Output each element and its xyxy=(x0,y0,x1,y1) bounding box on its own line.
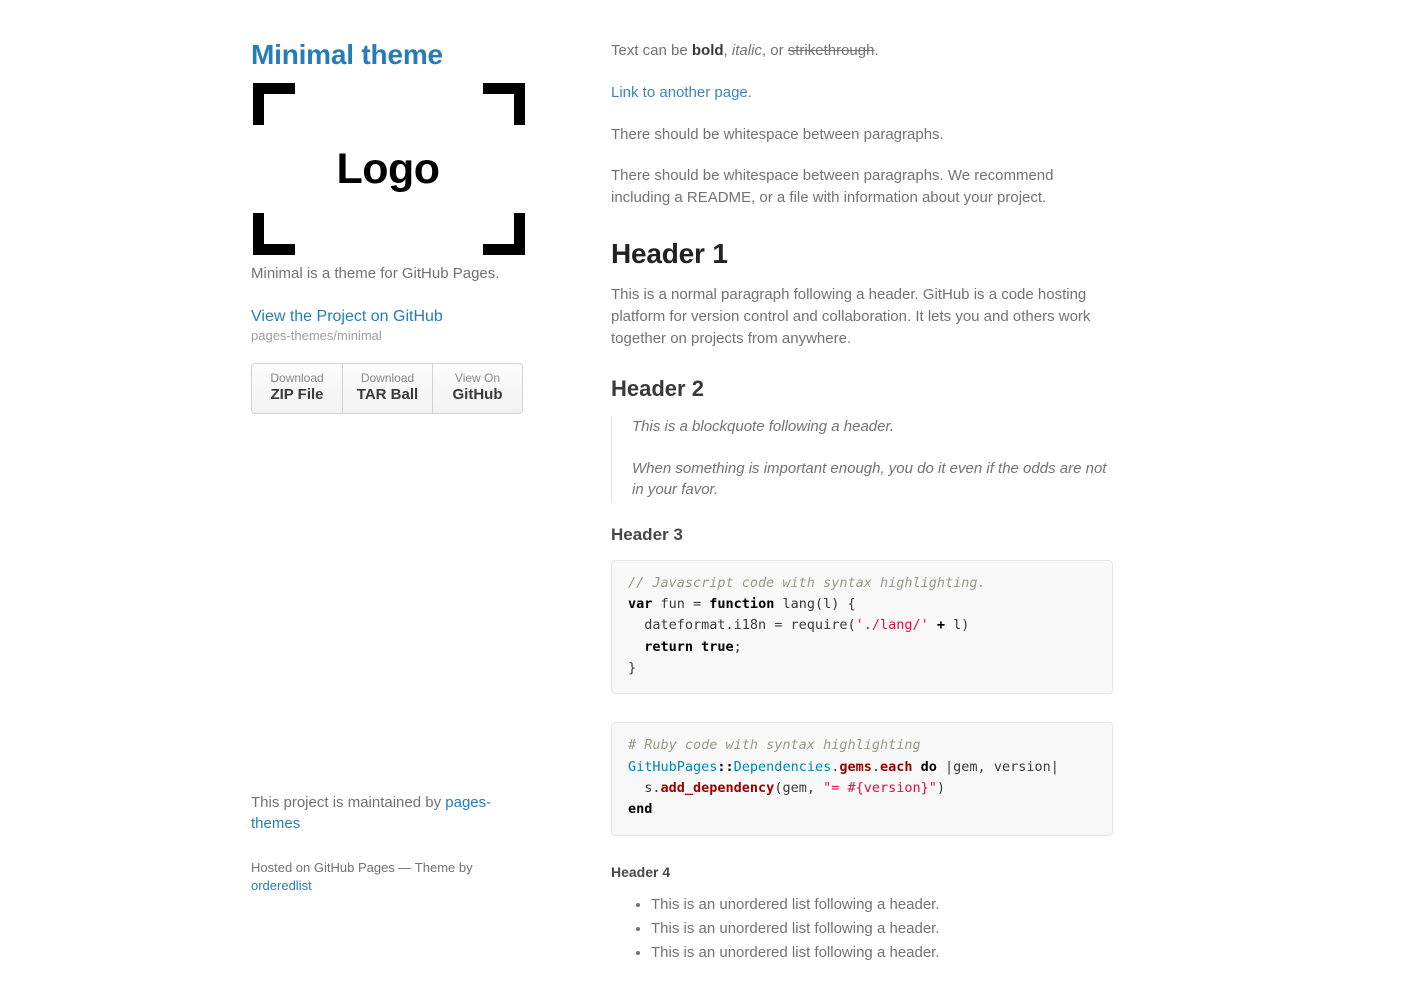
logo-text: Logo xyxy=(251,83,525,255)
js-keyword-var: var xyxy=(628,596,652,612)
intro-mid1: , xyxy=(724,42,732,59)
sidebar-footer: This project is maintained by pages-them… xyxy=(251,792,501,895)
download-tar-top-label: Download xyxy=(343,371,432,386)
ruby-const-dependencies: Dependencies xyxy=(734,759,832,775)
js-line2-text1: fun = xyxy=(652,596,709,612)
paragraph-after-header1: This is a normal paragraph following a h… xyxy=(611,284,1113,349)
ruby-scope-operator: :: xyxy=(717,759,733,775)
heading-level-1: Header 1 xyxy=(611,237,1113,271)
js-closing-brace: } xyxy=(628,660,636,676)
view-github-top-label: View On xyxy=(433,371,522,386)
intro-mid2: , or xyxy=(762,42,788,59)
download-tar-link[interactable]: Download TAR Ball xyxy=(343,371,432,405)
ruby-method-each: each xyxy=(880,759,913,775)
ruby-method-add-dependency: add_dependency xyxy=(661,780,775,796)
main-content: Text can be bold, italic, or strikethrou… xyxy=(611,40,1113,982)
intro-paragraph: Text can be bold, italic, or strikethrou… xyxy=(611,40,1113,62)
ruby-line3-text2: (gem, xyxy=(774,780,823,796)
maintained-by-text: This project is maintained by pages-them… xyxy=(251,792,501,835)
maintained-by-prefix: This project is maintained by xyxy=(251,794,445,811)
logo-frame: Logo xyxy=(251,83,525,255)
ruby-string-version: "= #{version}" xyxy=(823,780,937,796)
js-keyword-return-true: return true xyxy=(628,639,734,655)
js-keyword-function: function xyxy=(709,596,774,612)
hosted-by-prefix: Hosted on GitHub Pages — Theme by xyxy=(251,860,473,875)
hosted-by-text: Hosted on GitHub Pages — Theme by ordere… xyxy=(251,859,501,895)
view-project-link[interactable]: View the Project on GitHub xyxy=(251,308,443,325)
view-on-github-button[interactable]: View On GitHub xyxy=(432,364,522,413)
intro-prefix: Text can be xyxy=(611,42,692,59)
ruby-comment: # Ruby code with syntax highlighting xyxy=(628,737,921,753)
js-line3-text2: l) xyxy=(953,617,969,633)
ruby-line3-text3: ) xyxy=(937,780,945,796)
blockquote: This is a blockquote following a header.… xyxy=(611,416,1113,501)
download-tar-button[interactable]: Download TAR Ball xyxy=(342,364,432,413)
link-paragraph: Link to another page. xyxy=(611,82,1113,104)
site-tagline: Minimal is a theme for GitHub Pages. xyxy=(251,263,525,284)
ruby-const-githubpages: GitHubPages xyxy=(628,759,717,775)
unordered-list: This is an unordered list following a he… xyxy=(611,894,1113,963)
site-title-link[interactable]: Minimal theme xyxy=(251,39,443,70)
intro-italic: italic xyxy=(732,42,762,59)
heading-level-3: Header 3 xyxy=(611,525,1113,545)
js-line3-operator: + xyxy=(929,617,953,633)
view-project-paragraph: View the Project on GitHub xyxy=(251,306,525,329)
download-zip-link[interactable]: Download ZIP File xyxy=(252,371,342,405)
js-comment: // Javascript code with syntax highlight… xyxy=(628,575,986,591)
ruby-dot-2: . xyxy=(872,759,880,775)
another-page-link[interactable]: Link to another page. xyxy=(611,84,752,101)
intro-strikethrough: strikethrough xyxy=(788,42,875,59)
download-zip-top-label: Download xyxy=(252,371,342,386)
list-item: This is an unordered list following a he… xyxy=(651,918,1113,940)
sidebar-header: Minimal theme Logo Minimal is a theme fo… xyxy=(251,40,525,414)
download-zip-button[interactable]: Download ZIP File xyxy=(252,364,342,413)
intro-bold: bold xyxy=(692,42,724,59)
blockquote-paragraph-1: This is a blockquote following a header. xyxy=(632,416,1113,438)
view-github-bottom-label: GitHub xyxy=(433,386,522,405)
js-line2-text2: lang(l) { xyxy=(774,596,855,612)
ruby-block-params: |gem, version| xyxy=(945,759,1059,775)
whitespace-paragraph-1: There should be whitespace between parag… xyxy=(611,124,1113,146)
repository-name: pages-themes/minimal xyxy=(251,328,525,345)
js-line3-text1: dateformat.i18n = require( xyxy=(628,617,856,633)
ruby-method-gems: gems xyxy=(839,759,872,775)
page-title: Minimal theme xyxy=(251,40,525,71)
ruby-code-block[interactable]: # Ruby code with syntax highlighting Git… xyxy=(611,722,1113,835)
whitespace-paragraph-2: There should be whitespace between parag… xyxy=(611,165,1113,209)
theme-author-link[interactable]: orderedlist xyxy=(251,878,312,893)
ruby-keyword-do: do xyxy=(913,759,946,775)
js-string-lang-path: './lang/' xyxy=(856,617,929,633)
heading-level-2: Header 2 xyxy=(611,376,1113,402)
js-line4-text: ; xyxy=(734,639,742,655)
list-item: This is an unordered list following a he… xyxy=(651,894,1113,916)
ruby-line3-text1: s. xyxy=(628,780,661,796)
intro-suffix: . xyxy=(874,42,878,59)
download-zip-bottom-label: ZIP File xyxy=(252,386,342,405)
blockquote-paragraph-2: When something is important enough, you … xyxy=(632,458,1113,502)
download-tar-bottom-label: TAR Ball xyxy=(343,386,432,405)
javascript-code-block[interactable]: // Javascript code with syntax highlight… xyxy=(611,560,1113,695)
heading-level-4: Header 4 xyxy=(611,864,1113,881)
page-wrapper: Minimal theme Logo Minimal is a theme fo… xyxy=(0,0,1423,929)
ruby-keyword-end: end xyxy=(628,801,652,817)
list-item: This is an unordered list following a he… xyxy=(651,942,1113,964)
view-on-github-link[interactable]: View On GitHub xyxy=(433,371,522,405)
download-button-group: Download ZIP File Download TAR Ball View… xyxy=(251,363,523,414)
